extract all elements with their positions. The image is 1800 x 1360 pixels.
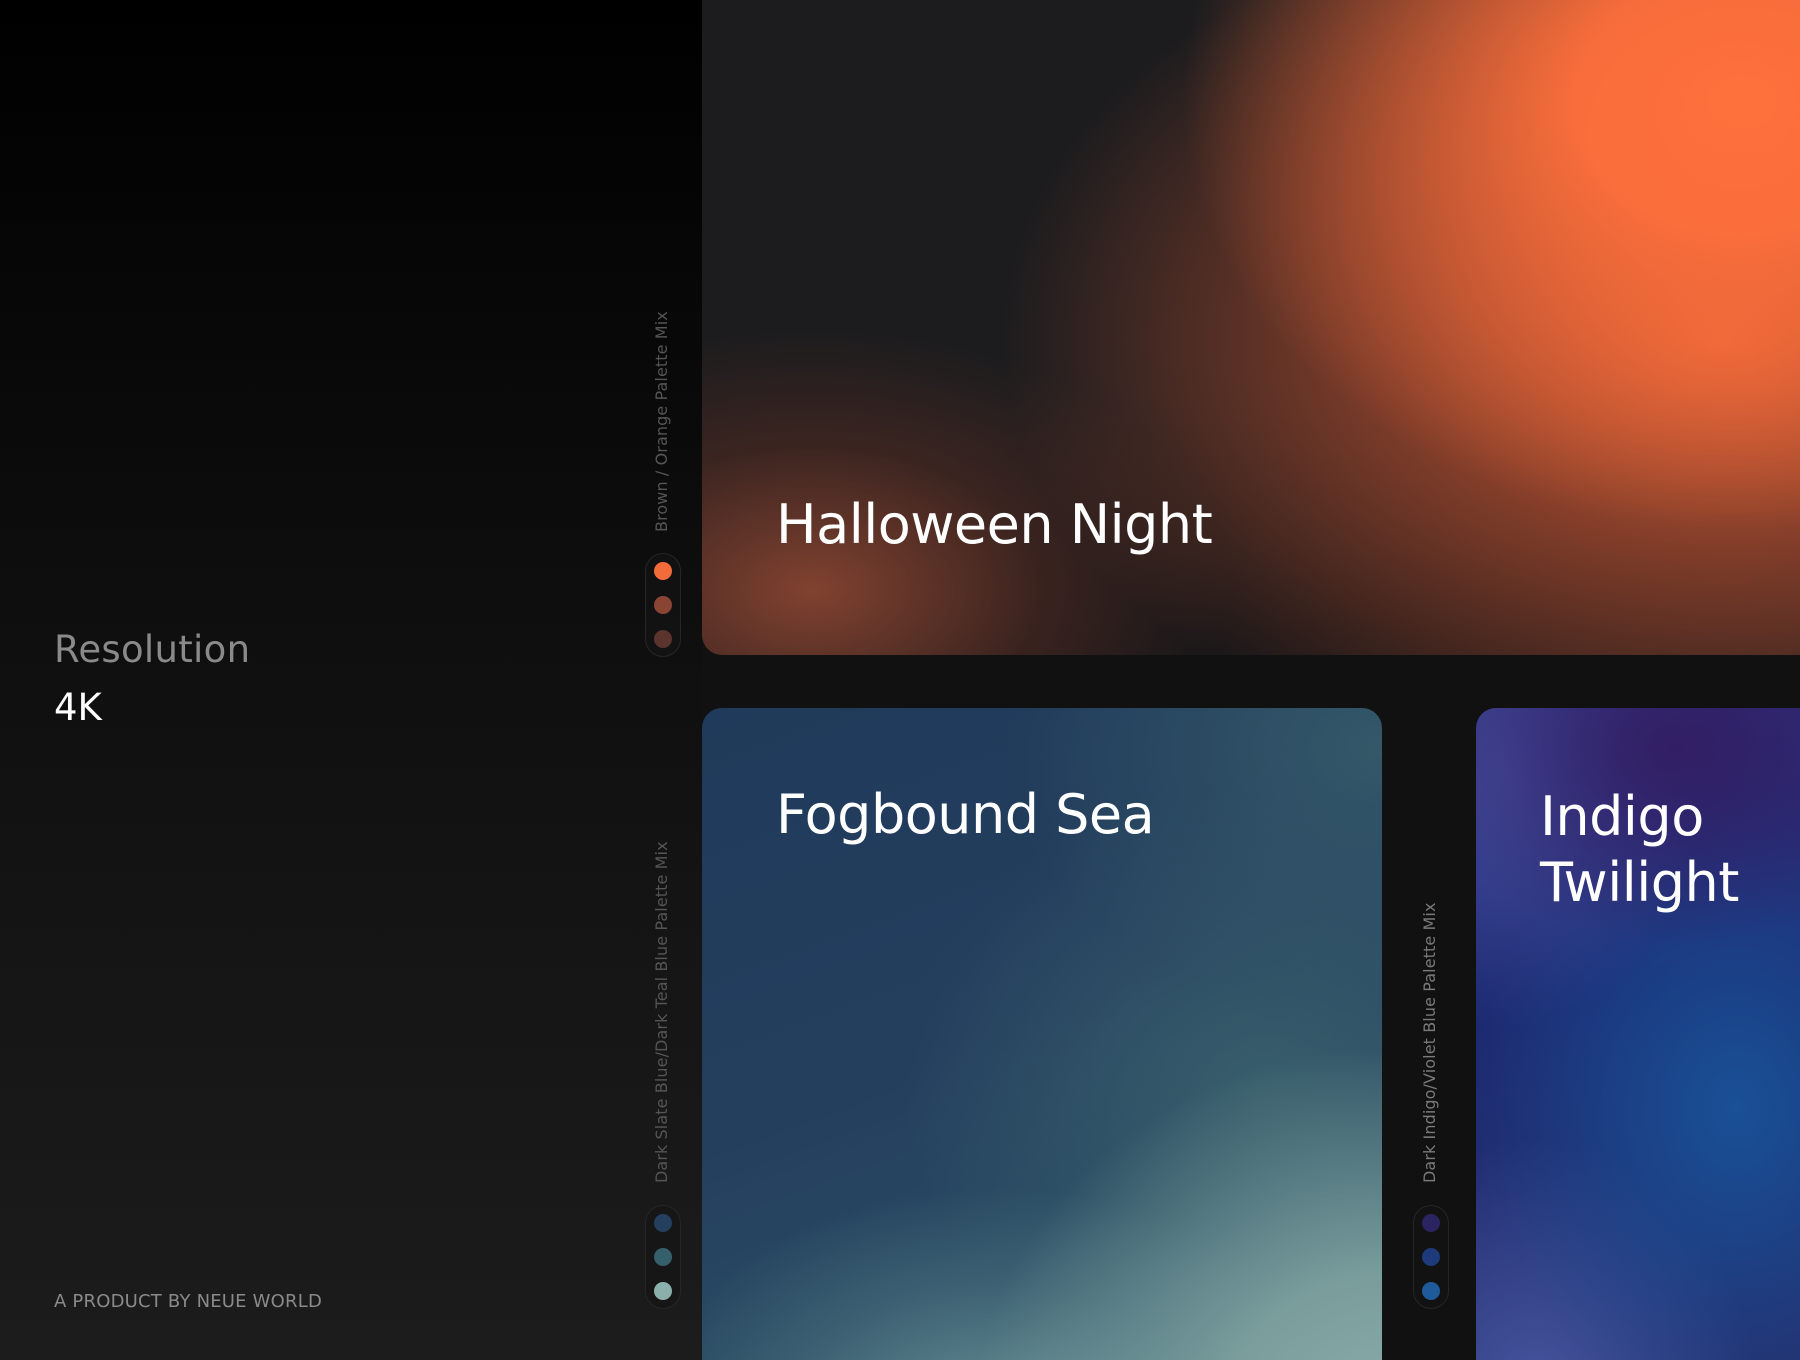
color-swatch[interactable] — [654, 562, 672, 580]
color-swatch[interactable] — [654, 1214, 672, 1232]
info-panel: Resolution 4K A PRODUCT BY NEUE WORLD — [0, 0, 702, 1360]
palette-card-halloween-night[interactable]: Halloween Night — [702, 0, 1800, 655]
wallpaper-showcase: Resolution 4K A PRODUCT BY NEUE WORLD Br… — [0, 0, 1800, 1360]
product-credit: A PRODUCT BY NEUE WORLD — [54, 1291, 323, 1312]
palette-caption-fogbound: Dark Slate Blue/Dark Teal Blue Palette M… — [652, 841, 671, 1183]
palette-card-indigo-twilight[interactable]: Indigo Twilight — [1476, 708, 1800, 1360]
color-swatch[interactable] — [654, 630, 672, 648]
palette-caption-halloween: Brown / Orange Palette Mix — [652, 311, 671, 532]
color-swatch[interactable] — [1422, 1248, 1440, 1266]
swatch-group-halloween — [645, 553, 681, 657]
palette-caption-indigo: Dark Indigo/Violet Blue Palette Mix — [1420, 902, 1439, 1183]
color-swatch[interactable] — [654, 1248, 672, 1266]
palette-title: Indigo Twilight — [1540, 785, 1739, 914]
swatch-group-fogbound — [645, 1205, 681, 1309]
color-swatch[interactable] — [654, 1282, 672, 1300]
palette-card-fogbound-sea[interactable]: Fogbound Sea — [702, 708, 1382, 1360]
palette-title: Fogbound Sea — [776, 783, 1155, 846]
resolution-value: 4K — [54, 686, 102, 729]
swatch-group-indigo — [1413, 1205, 1449, 1309]
color-swatch[interactable] — [654, 596, 672, 614]
color-swatch[interactable] — [1422, 1282, 1440, 1300]
resolution-label: Resolution — [54, 628, 251, 671]
palette-title: Halloween Night — [776, 493, 1213, 556]
color-swatch[interactable] — [1422, 1214, 1440, 1232]
